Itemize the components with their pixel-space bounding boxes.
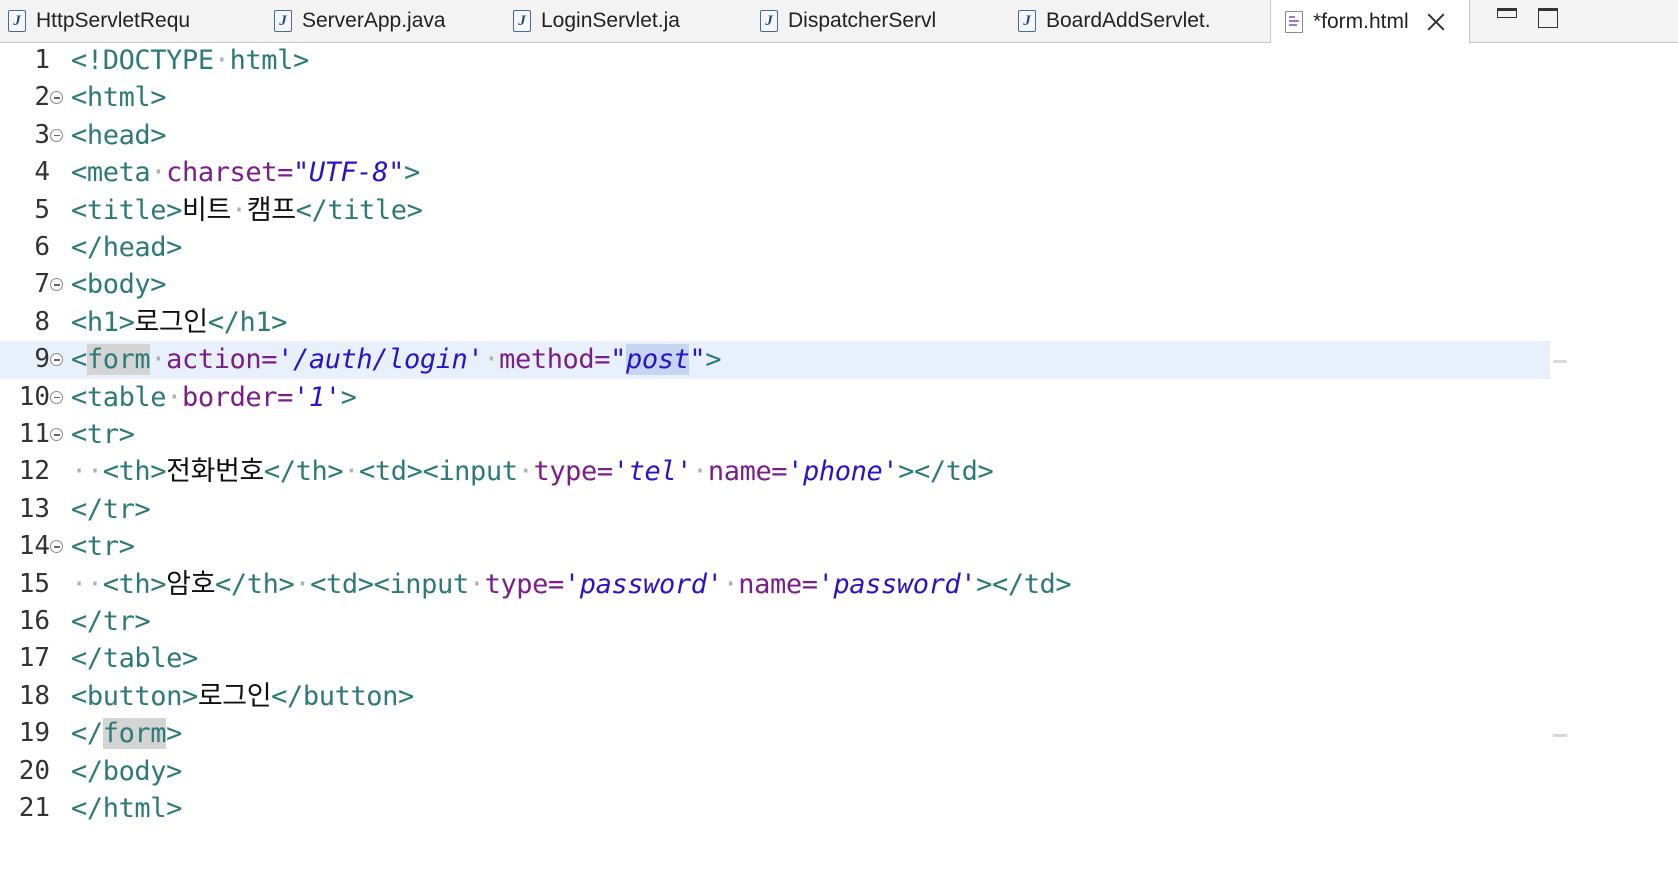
code-line: 16 </tr> bbox=[0, 603, 1550, 640]
java-file-icon: J bbox=[274, 10, 292, 32]
code-text: <tr> bbox=[71, 531, 135, 563]
code-text: </head> bbox=[71, 232, 182, 263]
code-text: </tr> bbox=[71, 493, 151, 525]
fold-collapse-icon[interactable] bbox=[50, 428, 63, 441]
fold-collapse-icon[interactable] bbox=[50, 353, 63, 367]
tab-form-html[interactable]: *form.html bbox=[1270, 0, 1470, 43]
line-number: 8 bbox=[34, 306, 50, 337]
line-number: 10 bbox=[18, 381, 50, 412]
line-number: 2 bbox=[34, 82, 50, 113]
fold-collapse-icon[interactable] bbox=[50, 390, 63, 404]
editor-tab-bar: J HttpServletRequ J ServerApp.java J Log… bbox=[0, 0, 1678, 43]
code-text: <button>로그인</button> bbox=[71, 680, 414, 712]
tab-label: HttpServletRequ bbox=[36, 9, 191, 32]
code-line: 14 <tr> bbox=[0, 528, 1550, 565]
maximize-icon[interactable] bbox=[1538, 8, 1558, 28]
code-line: 4 <meta·charset="UTF-8"> bbox=[0, 154, 1550, 191]
fold-collapse-icon[interactable] bbox=[50, 128, 63, 142]
line-number: 6 bbox=[34, 232, 50, 262]
minimize-icon[interactable] bbox=[1497, 8, 1517, 18]
code-line: 15 ··<th>암호</th>·<td><input·type='passwo… bbox=[0, 566, 1550, 603]
code-text: </body> bbox=[71, 755, 182, 787]
code-editor[interactable]: 1 <!DOCTYPE·html> 2 <html> 3 <head> 4 <m… bbox=[0, 42, 1678, 888]
code-line: 19 </form> bbox=[0, 715, 1550, 752]
line-number: 15 bbox=[18, 568, 50, 599]
code-line: 18 <button>로그인</button> bbox=[0, 678, 1550, 715]
code-line: 6 </head> bbox=[0, 229, 1550, 266]
tab-httpservletrequest[interactable]: J HttpServletRequ bbox=[8, 0, 258, 42]
tab-dispatcherservlet[interactable]: J DispatcherServl bbox=[760, 0, 1005, 42]
code-line: 3 <head> bbox=[0, 117, 1550, 154]
overview-ruler-mark bbox=[1553, 360, 1567, 363]
html-file-icon bbox=[1285, 10, 1303, 33]
tab-serverapp[interactable]: J ServerApp.java bbox=[274, 0, 504, 42]
code-text: <h1>로그인</h1> bbox=[71, 306, 288, 338]
tab-label: DispatcherServl bbox=[788, 9, 937, 32]
tab-label: ServerApp.java bbox=[302, 9, 446, 32]
java-file-icon: J bbox=[760, 10, 778, 32]
line-number: 19 bbox=[18, 718, 50, 749]
line-number: 14 bbox=[18, 531, 50, 562]
code-line: 7 <body> bbox=[0, 266, 1550, 303]
line-number: 20 bbox=[18, 755, 50, 786]
code-text: <head> bbox=[71, 119, 167, 151]
code-line: 11 <tr> bbox=[0, 416, 1550, 453]
line-number: 11 bbox=[18, 419, 50, 449]
line-number: 7 bbox=[34, 269, 50, 300]
line-number: 1 bbox=[34, 45, 50, 75]
code-text: ··<th>암호</th>·<td><input·type='password'… bbox=[71, 568, 1072, 600]
code-line: 10 <table·border='1'> bbox=[0, 379, 1550, 416]
java-file-icon: J bbox=[513, 10, 531, 32]
code-line: 13 </tr> bbox=[0, 491, 1550, 528]
code-text: <!DOCTYPE·html> bbox=[71, 45, 309, 76]
code-text: </form> bbox=[71, 718, 182, 750]
code-line: 2 <html> bbox=[0, 79, 1550, 116]
line-number: 13 bbox=[18, 493, 50, 524]
code-text: </table> bbox=[71, 643, 198, 675]
line-number: 3 bbox=[34, 119, 50, 150]
tab-boardaddservlet[interactable]: J BoardAddServlet. bbox=[1018, 0, 1268, 42]
code-text: ··<th>전화번호</th>·<td><input·type='tel'·na… bbox=[71, 456, 994, 488]
tab-loginservlet[interactable]: J LoginServlet.ja bbox=[513, 0, 748, 42]
tab-label: *form.html bbox=[1313, 9, 1409, 33]
code-line: 12 ··<th>전화번호</th>·<td><input·type='tel'… bbox=[0, 453, 1550, 490]
line-number: 18 bbox=[18, 680, 50, 711]
code-text: <form·action='/auth/login'·method="post"… bbox=[71, 344, 722, 376]
code-line: 8 <h1>로그인</h1> bbox=[0, 304, 1550, 341]
code-text: <html> bbox=[71, 82, 167, 114]
java-file-icon: J bbox=[1018, 10, 1036, 32]
code-text: <title>비트·캠프</title> bbox=[71, 194, 423, 226]
tab-label: LoginServlet.ja bbox=[541, 9, 680, 32]
line-number: 21 bbox=[18, 793, 50, 823]
code-text: <table·border='1'> bbox=[71, 381, 357, 413]
tab-label: BoardAddServlet. bbox=[1046, 9, 1211, 32]
fold-collapse-icon[interactable] bbox=[50, 278, 63, 292]
line-number: 5 bbox=[34, 194, 50, 225]
code-line: 5 <title>비트·캠프</title> bbox=[0, 192, 1550, 229]
overview-ruler-mark bbox=[1553, 734, 1567, 737]
code-line: 20 </body> bbox=[0, 753, 1550, 790]
code-text: </tr> bbox=[71, 606, 151, 637]
line-number: 9 bbox=[34, 344, 50, 375]
code-line: 17 </table> bbox=[0, 640, 1550, 677]
line-number: 16 bbox=[18, 606, 50, 636]
line-number: 17 bbox=[18, 643, 50, 674]
fold-collapse-icon[interactable] bbox=[50, 91, 63, 105]
code-line: 1 <!DOCTYPE·html> bbox=[0, 42, 1550, 79]
code-text: <body> bbox=[71, 269, 167, 301]
close-tab-icon[interactable] bbox=[1425, 11, 1447, 33]
java-file-icon: J bbox=[8, 10, 26, 32]
line-number: 4 bbox=[34, 157, 50, 188]
fold-collapse-icon[interactable] bbox=[50, 540, 63, 554]
code-text: <meta·charset="UTF-8"> bbox=[71, 157, 420, 189]
code-line: 21 </html> bbox=[0, 790, 1550, 827]
line-number: 12 bbox=[18, 456, 50, 487]
code-text: <tr> bbox=[71, 419, 135, 450]
code-text: </html> bbox=[71, 793, 182, 824]
code-line-current: 9 <form·action='/auth/login'·method="pos… bbox=[0, 341, 1550, 379]
